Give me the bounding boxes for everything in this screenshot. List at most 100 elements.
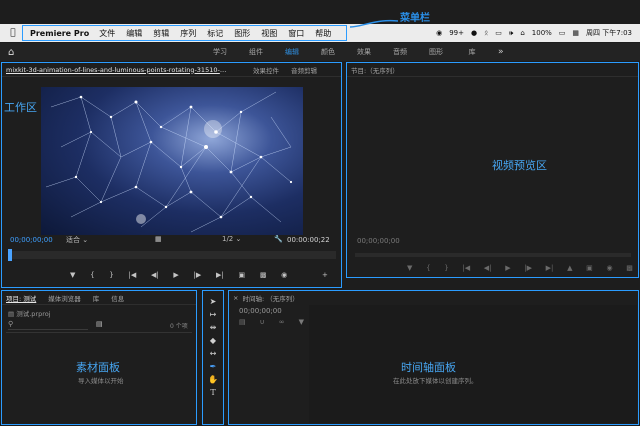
tab-libraries[interactable]: 库 [93,293,100,303]
timeline-panel: × 时间轴: （无序列） 00;00;00;00 ▤ ∪ ∞ ▼ 🔧 时间轴面板… [228,290,639,425]
wrench-icon[interactable]: 🔧 [274,235,283,243]
volume-icon[interactable]: 🕪 [509,29,513,38]
mark-out-icon[interactable]: } [109,271,113,279]
resolution-select[interactable]: 1/2 ⌄ [222,235,241,243]
source-timecode-in[interactable]: 00;00;00;00 [10,236,53,244]
timeline-hint: 在此处放下媒体以创建序列。 [393,377,478,385]
play-icon[interactable]: ▶ [505,264,510,272]
selection-tool-icon[interactable]: ➤ [210,297,217,306]
tab-project[interactable]: 项目: 测试 [6,293,36,303]
mark-out-icon[interactable]: } [444,264,448,272]
step-forward-icon[interactable]: |▶ [524,264,532,272]
tab-audio-clip-mixer[interactable]: 音频剪辑 [291,65,317,75]
workspace-tab-editing[interactable]: 编辑 [274,47,310,57]
step-forward-icon[interactable]: |▶ [194,271,202,279]
export-frame-icon[interactable]: ◉ [281,271,287,279]
battery-icon[interactable]: ▭ [559,29,566,37]
lift-icon[interactable]: ▲ [567,264,572,272]
new-bin-icon[interactable]: ▤ [96,320,103,328]
project-panel-tabs: 项目: 测试 媒体浏览器 库 信息 [2,291,196,305]
battery-percent: 100% [531,29,552,37]
workspace-annotation: 工作区 [4,101,37,114]
timeline-track-area[interactable] [309,305,637,423]
resolution-value: 1/2 [222,235,234,243]
go-to-out-icon[interactable]: ▶| [216,271,224,279]
mark-in-icon[interactable]: { [90,271,94,279]
tab-program[interactable]: 节目:（无序列） [351,65,399,75]
apple-icon[interactable]:  [6,28,20,38]
razor-tool-icon[interactable]: ◆ [210,336,216,345]
snap-icon[interactable]: ∪ [260,318,265,326]
timeline-timecode[interactable]: 00;00;00;00 [239,307,282,315]
workspace-tab-audio[interactable]: 音频 [382,47,418,57]
add-marker-icon[interactable]: ▼ [299,318,304,326]
type-tool-icon[interactable]: T [210,388,215,397]
hand-tool-icon[interactable]: ✋ [208,375,218,384]
tab-timeline[interactable]: 时间轴: （无序列） [242,293,298,303]
workspace-tab-learn[interactable]: 学习 [202,47,238,57]
program-annotation: 视频预览区 [492,159,547,172]
workspace-tab-libraries[interactable]: 库 [454,47,490,57]
export-frame-icon[interactable]: ◉ [606,264,612,272]
timeline-annotation: 时间轴面板 [401,361,456,374]
close-icon[interactable]: × [233,294,238,302]
go-to-in-icon[interactable]: |◀ [128,271,136,279]
linked-selection-icon[interactable]: ∞ [279,318,285,326]
project-search-input[interactable]: ⚲ [8,320,88,330]
menubar-highlight [22,25,347,41]
fit-value: 适合 [66,236,80,244]
add-marker-icon[interactable]: ▼ [70,271,75,279]
program-scrub-bar[interactable] [355,253,631,257]
tab-info[interactable]: 信息 [111,293,124,303]
compare-icon[interactable]: ▩ [626,264,633,272]
tab-effect-controls[interactable]: 效果控件 [253,65,279,75]
workspace-bar: ⌂ 学习 组件 编辑 颜色 效果 音频 图形 库 » [0,43,640,61]
step-back-icon[interactable]: ◀| [151,271,159,279]
program-panel: 节目:（无序列） 视频预览区 00;00;00;00 ▼ { } |◀ ◀| ▶… [346,62,639,278]
workspace-tab-effects[interactable]: 效果 [346,47,382,57]
timeline-panel-tabs: × 时间轴: （无序列） [229,291,638,305]
insert-icon[interactable]: ▣ [238,271,245,279]
chevron-down-icon: ⌄ [82,236,89,244]
more-workspaces-icon[interactable]: » [498,47,504,57]
add-marker-icon[interactable]: ▼ [407,264,412,272]
wifi-icon[interactable]: ⌂ [520,29,524,37]
qq-icon[interactable]: ◉ [436,29,442,37]
program-timecode[interactable]: 00;00;00;00 [357,237,400,245]
project-file: ▤ 测试.prproj [8,308,51,318]
workspace-tab-graphics[interactable]: 图形 [418,47,454,57]
tab-media-browser[interactable]: 媒体浏览器 [48,293,81,303]
clock[interactable]: 周四 下午7:03 [586,28,632,38]
track-select-tool-icon[interactable]: ↦ [210,310,217,319]
ripple-edit-tool-icon[interactable]: ⇹ [210,323,217,332]
pen-tool-icon[interactable]: ✒ [210,362,217,371]
slip-tool-icon[interactable]: ↔ [210,349,217,358]
button-editor-icon[interactable]: + [322,271,328,279]
workspace-tab-color[interactable]: 颜色 [310,47,346,57]
input-method-icon[interactable]: ▦ [572,29,579,37]
tools-panel: ➤ ↦ ⇹ ◆ ↔ ✒ ✋ T [202,290,224,425]
go-to-in-icon[interactable]: |◀ [462,264,470,272]
source-scrub-bar[interactable] [8,251,336,259]
play-icon[interactable]: ▶ [173,271,178,279]
particle-network-image [45,91,293,233]
workspace-tab-assembly[interactable]: 组件 [238,47,274,57]
search-icon: ⚲ [8,320,14,328]
tab-source-clip[interactable]: mixkit-3d-animation-of-lines-and-luminou… [6,66,231,74]
program-panel-tabs: 节目:（无序列） [347,63,638,77]
fit-select[interactable]: 适合 ⌄ [66,235,88,245]
bluetooth-icon[interactable]: ᛟ [484,29,488,37]
source-video-frame[interactable] [41,87,303,235]
mark-in-icon[interactable]: { [426,264,430,272]
cast-icon[interactable]: ▭ [495,29,502,37]
extract-icon[interactable]: ▣ [586,264,593,272]
chevron-down-icon: ⌄ [235,235,242,243]
playhead[interactable] [8,249,12,261]
settings-icon[interactable]: ▦ [155,235,162,243]
go-to-out-icon[interactable]: ▶| [546,264,554,272]
home-icon[interactable]: ⌂ [8,47,22,58]
nest-icon[interactable]: ▤ [239,318,246,326]
wechat-icon[interactable]: ● [471,29,477,37]
step-back-icon[interactable]: ◀| [484,264,492,272]
overwrite-icon[interactable]: ▩ [260,271,267,279]
